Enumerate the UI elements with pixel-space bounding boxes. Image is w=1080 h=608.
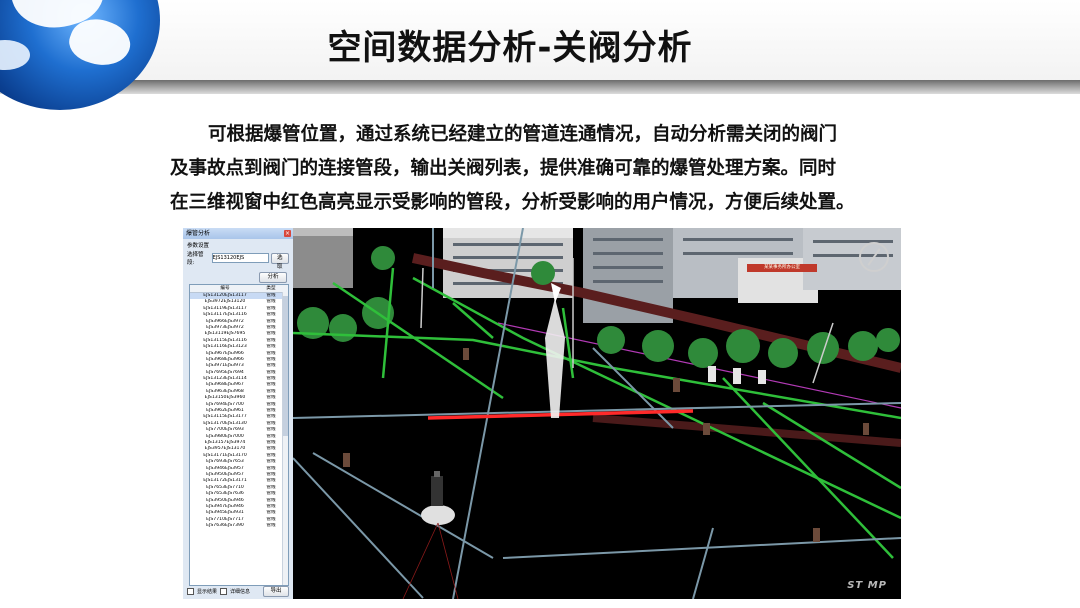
valve-result-list: 编号 类型 EJS13120EJS13117 管线 EJS3972EJS13120 管… (189, 284, 289, 586)
param-group-label: 参数设置 (187, 243, 210, 249)
select-row: 选择管段: EJS13120EJS 选取 (183, 250, 293, 270)
dialog-footer: 显示结果 详细信息 导出 (187, 586, 289, 597)
column-header-id[interactable]: 编号 (190, 285, 260, 292)
show-result-label: 显示结果 (197, 589, 218, 595)
paragraph-line-3: 在三维视窗中红色高亮显示受影响的管段，分析受影响的用户情况，方便后续处置。 (170, 192, 855, 213)
show-result-checkbox[interactable] (187, 588, 194, 595)
column-header-type[interactable]: 类型 (260, 285, 282, 292)
page-title: 空间数据分析-关阀分析 (327, 28, 693, 68)
description-paragraph: 可根据爆管位置，通过系统已经建立的管道连通情况，自动分析需关闭的阀门 及事故点到… (170, 118, 930, 220)
detail-label: 详细信息 (230, 589, 251, 595)
building-sign: 某某事务所办公室 (747, 264, 817, 272)
compass-icon[interactable] (859, 242, 889, 272)
pipe-id: EJS7636EJS7390 (206, 523, 244, 529)
burst-analysis-dialog: 爆管分析 × 参数设置 选择管段: EJS13120EJS 选取 分析 编号 类… (183, 228, 294, 599)
dialog-titlebar[interactable]: 爆管分析 × (183, 228, 293, 239)
scene-drawing (293, 228, 901, 599)
export-button[interactable]: 导出 (263, 586, 289, 597)
paragraph-line-1: 可根据爆管位置，通过系统已经建立的管道连通情况，自动分析需关闭的阀门 (208, 124, 838, 145)
pipe-type: 管线 (266, 523, 276, 529)
select-label: 选择管段: (187, 252, 204, 266)
list-scrollbar[interactable] (282, 292, 288, 585)
application-screenshot: 爆管分析 × 参数设置 选择管段: EJS13120EJS 选取 分析 编号 类… (183, 228, 901, 599)
list-item[interactable]: EJS7636EJS7390 管线 (190, 523, 288, 529)
paragraph-line-2: 及事故点到阀门的连接管段，输出关阀列表，提供准确可靠的爆管处理方案。同时 (170, 158, 837, 179)
3d-viewport[interactable]: 某某事务所办公室 ST MP (293, 228, 901, 599)
list-header: 编号 类型 (190, 285, 288, 293)
title-divider (0, 80, 1080, 94)
close-icon[interactable]: × (284, 230, 291, 237)
select-button[interactable]: 选取 (270, 252, 289, 270)
detail-checkbox[interactable] (220, 588, 228, 595)
watermark-logo: ST MP (847, 580, 887, 591)
analyze-button[interactable]: 分析 (259, 272, 287, 283)
dialog-title: 爆管分析 (186, 230, 211, 237)
pipe-select-input[interactable]: EJS13120EJS (211, 253, 269, 263)
